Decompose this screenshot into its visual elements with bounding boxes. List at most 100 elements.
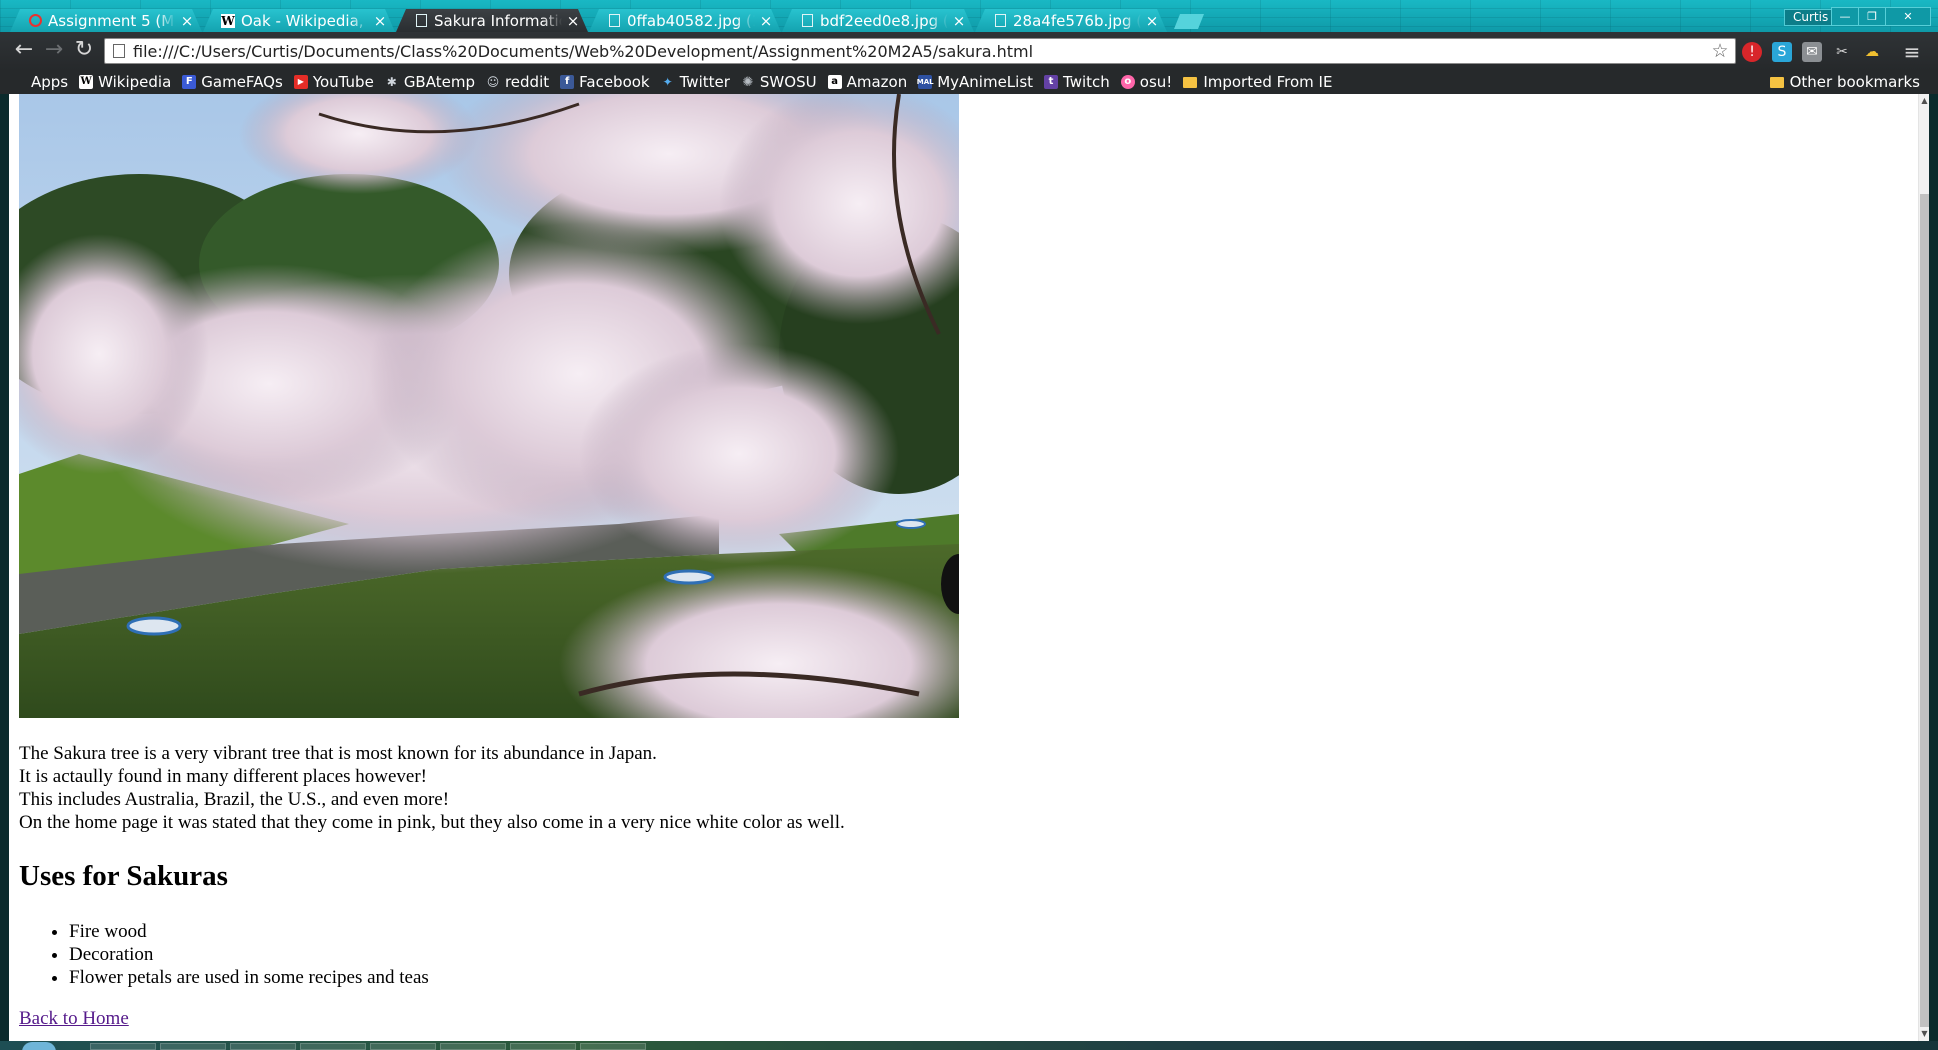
back-arrow-icon[interactable]: ← <box>12 39 36 63</box>
tab-image-28a4fe576b[interactable]: 28a4fe576b.jpg (193 × <box>975 9 1167 32</box>
gbatemp-icon: ✱ <box>386 75 397 89</box>
bookmark-youtube[interactable]: ▶ YouTube <box>293 73 374 91</box>
close-window-button[interactable]: ✕ <box>1885 7 1931 26</box>
wikipedia-icon: W <box>79 75 94 89</box>
tab-image-bdf2eed0e8[interactable]: bdf2eed0e8.jpg (193 × <box>782 9 974 32</box>
youtube-icon: ▶ <box>293 75 308 89</box>
twitch-icon: t <box>1044 75 1059 89</box>
bookmark-label: SWOSU <box>759 73 817 91</box>
bookmark-twitter[interactable]: ✦ Twitter <box>661 73 730 91</box>
skype-icon[interactable]: S <box>1772 42 1792 62</box>
uses-heading: Uses for Sakuras <box>19 860 228 892</box>
url-text[interactable]: file:///C:/Users/Curtis/Documents/Class%… <box>133 42 1709 61</box>
tab-title: Oak - Wikipedia, the <box>241 11 364 30</box>
tab-sakura-information[interactable]: Sakura Information P × <box>396 9 588 32</box>
bookmark-label: Facebook <box>579 73 650 91</box>
taskbar-app-button[interactable] <box>580 1043 646 1050</box>
bookmark-swosu[interactable]: ✺ SWOSU <box>741 73 817 91</box>
tab-close-icon[interactable]: × <box>1145 12 1159 30</box>
page-viewport: The Sakura tree is a very vibrant tree t… <box>9 94 1929 1041</box>
ublock-icon[interactable]: ! <box>1742 42 1762 62</box>
other-bookmarks-folder[interactable]: Other bookmarks <box>1769 70 1920 94</box>
sakura-photo <box>19 94 959 718</box>
bookmark-reddit[interactable]: ☺ reddit <box>486 73 549 91</box>
bookmark-label: Twitch <box>1063 73 1110 91</box>
profile-button[interactable]: Curtis <box>1784 9 1838 26</box>
taskbar-app-button[interactable] <box>300 1043 366 1050</box>
document-icon <box>607 14 621 28</box>
start-button[interactable] <box>22 1042 56 1050</box>
myanimelist-icon: MAL <box>917 75 934 89</box>
swosu-icon: ✺ <box>742 74 754 90</box>
bookmark-gamefaqs[interactable]: F GameFAQs <box>182 73 283 91</box>
tab-list: Assignment 5 (M2A5 × W Oak - Wikipedia, … <box>10 9 1204 32</box>
reddit-icon: ☺ <box>486 75 500 89</box>
bookmark-folder-imported-from-ie[interactable]: Imported From IE <box>1183 73 1332 91</box>
new-tab-button[interactable] <box>1174 14 1204 29</box>
list-item: Decoration <box>69 943 429 966</box>
bookmark-twitch[interactable]: t Twitch <box>1044 73 1110 91</box>
back-to-home-link[interactable]: Back to Home <box>19 1008 129 1030</box>
bookmark-wikipedia[interactable]: W Wikipedia <box>79 73 171 91</box>
taskbar-app-button[interactable] <box>370 1043 436 1050</box>
menu-icon[interactable]: ≡ <box>1902 42 1922 62</box>
taskbar-app-button[interactable] <box>230 1043 296 1050</box>
bookmark-label: GBAtemp <box>403 73 475 91</box>
folder-icon <box>1183 76 1198 88</box>
bookmark-label: Twitter <box>679 73 730 91</box>
bookmark-osu[interactable]: o osu! <box>1120 73 1172 91</box>
bookmark-myanimelist[interactable]: MAL MyAnimeList <box>917 73 1033 91</box>
bookmark-label: reddit <box>504 73 550 91</box>
chat-icon[interactable]: ✉ <box>1802 42 1822 62</box>
restore-button[interactable]: ❐ <box>1858 7 1886 26</box>
tab-title: bdf2eed0e8.jpg (193 <box>820 11 939 30</box>
tab-oak-wikipedia[interactable]: W Oak - Wikipedia, the × <box>203 9 395 32</box>
taskbar-app-button[interactable] <box>160 1043 226 1050</box>
bookmark-facebook[interactable]: f Facebook <box>560 73 650 91</box>
bookmark-gbatemp[interactable]: ✱ GBAtemp <box>385 73 475 91</box>
tab-title: Assignment 5 (M2A5 <box>48 11 175 30</box>
forward-arrow-icon[interactable]: → <box>42 39 66 63</box>
tab-close-icon[interactable]: × <box>566 12 580 30</box>
page-icon <box>113 44 125 58</box>
taskbar-app-button[interactable] <box>510 1043 576 1050</box>
paragraph-line: It is actaully found in many different p… <box>19 766 428 787</box>
reload-icon[interactable]: ↻ <box>72 39 96 63</box>
tab-title: 28a4fe576b.jpg (193 <box>1013 11 1132 30</box>
address-bar[interactable]: file:///C:/Users/Curtis/Documents/Class%… <box>104 38 1736 64</box>
taskbar-app-button[interactable] <box>90 1043 156 1050</box>
taskbar-app-button[interactable] <box>440 1043 506 1050</box>
tab-assignment-5[interactable]: Assignment 5 (M2A5 × <box>10 9 202 32</box>
weather-icon[interactable]: ☁ <box>1862 42 1882 62</box>
wikipedia-icon: W <box>221 13 235 28</box>
document-icon <box>993 14 1007 28</box>
tab-close-icon[interactable]: × <box>759 12 773 30</box>
amazon-icon: a <box>827 75 842 89</box>
document-icon <box>800 14 814 28</box>
bookmark-star-icon[interactable]: ☆ <box>1709 40 1731 62</box>
tab-close-icon[interactable]: × <box>952 12 966 30</box>
list-item: Fire wood <box>69 920 429 943</box>
bookmark-label: Wikipedia <box>98 73 172 91</box>
vertical-scrollbar[interactable]: ▲ ▼ <box>1918 94 1929 1041</box>
tab-close-icon[interactable]: × <box>373 12 387 30</box>
bookmark-label: YouTube <box>312 73 374 91</box>
tab-image-0ffab40582[interactable]: 0ffab40582.jpg (193 × <box>589 9 781 32</box>
tab-close-icon[interactable]: × <box>180 12 194 30</box>
scrollbar-thumb[interactable] <box>1920 194 1929 1027</box>
scroll-up-arrow-icon[interactable]: ▲ <box>1919 94 1929 108</box>
bookmark-label: Imported From IE <box>1203 73 1333 91</box>
sakura-description: The Sakura tree is a very vibrant tree t… <box>19 742 845 834</box>
bookmarks-bar: Apps W Wikipedia F GameFAQs ▶ YouTube ✱ … <box>0 70 1938 94</box>
scroll-down-arrow-icon[interactable]: ▼ <box>1919 1027 1929 1041</box>
twitter-icon: ✦ <box>662 75 673 89</box>
bookmark-label: GameFAQs <box>201 73 283 91</box>
bookmark-apps[interactable]: Apps <box>14 73 68 91</box>
sakura-page: The Sakura tree is a very vibrant tree t… <box>9 94 1909 1041</box>
scissors-icon[interactable]: ✂ <box>1832 42 1852 62</box>
paragraph-line: The Sakura tree is a very vibrant tree t… <box>19 743 657 764</box>
tab-title: 0ffab40582.jpg (193 <box>627 11 752 30</box>
minimize-button[interactable]: — <box>1831 7 1859 26</box>
bookmark-amazon[interactable]: a Amazon <box>827 73 907 91</box>
folder-icon <box>1769 76 1784 88</box>
